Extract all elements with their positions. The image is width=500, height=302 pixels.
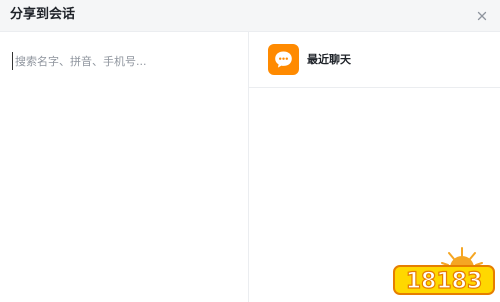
logo-watermark: 18183	[392, 238, 496, 298]
chat-bubble-icon	[268, 44, 299, 75]
search-input[interactable]	[12, 52, 240, 70]
recent-chats-label: 最近聊天	[307, 53, 351, 66]
dialog-header: 分享到会话	[0, 0, 500, 32]
watermark-text: 18183	[406, 269, 483, 294]
close-icon[interactable]	[474, 8, 490, 24]
share-to-conversation-dialog: 分享到会话 最近聊天	[0, 0, 500, 302]
recent-chats-item[interactable]: 最近聊天	[249, 32, 500, 88]
dialog-title: 分享到会话	[10, 7, 76, 22]
search-pane	[0, 32, 249, 302]
